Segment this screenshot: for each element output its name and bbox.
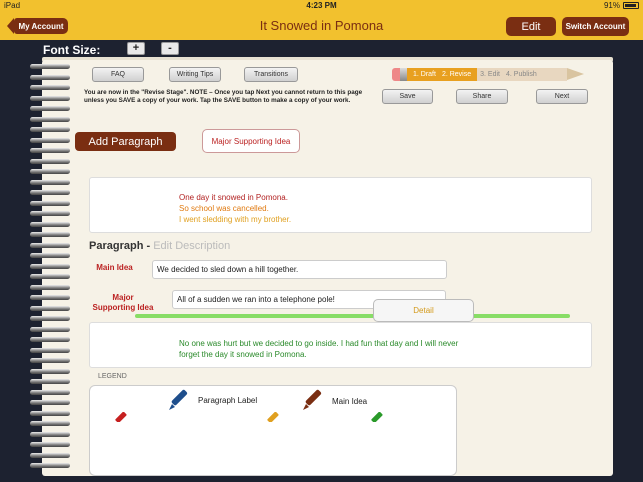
spiral-ring [30,400,70,405]
spiral-ring [30,85,70,90]
spiral-ring [30,389,70,395]
spiral-ring [30,295,70,300]
blue-marker-icon [169,389,188,410]
next-button[interactable]: Next [536,89,588,104]
switch-account-button[interactable]: Switch Account [562,17,629,36]
spiral-ring [30,253,70,258]
story-preview-card: One day it snowed in Pomona. So school w… [89,177,592,233]
font-decrease-button[interactable]: - [161,42,179,55]
paragraph-heading-text: Paragraph - [89,240,151,252]
spiral-ring [30,137,70,143]
spiral-ring [30,158,70,164]
edit-description-link[interactable]: Edit Description [153,240,230,252]
major-supporting-idea-label: Major Supporting Idea [82,293,164,313]
stage-publish: 4. Publish [506,71,537,78]
spiral-binding [30,64,72,474]
spiral-ring [30,190,70,195]
spiral-ring [30,431,70,437]
spiral-ring [30,106,70,111]
stage-completed: 1. Draft 2. Revise [407,68,478,81]
status-time: 4:23 PM [306,1,337,10]
spiral-ring [30,463,70,468]
spiral-ring [30,316,70,321]
font-increase-button[interactable]: + [127,42,145,55]
spiral-ring [30,421,70,426]
edit-button[interactable]: Edit [506,17,556,36]
spiral-ring [30,127,70,132]
stage-progress-pencil: 1. Draft 2. Revise 3. Edit 4. Publish [392,68,584,81]
stage-edit: 3. Edit [480,71,500,78]
preview-line: One day it snowed in Pomona. [179,193,288,202]
conclusion-text: No one was hurt but we decided to go ins… [179,339,459,359]
spiral-ring [30,284,70,290]
spiral-ring [30,200,70,206]
detail-progress-bar [135,314,570,318]
transitions-button[interactable]: Transitions [244,67,298,82]
spiral-ring [30,410,70,416]
spiral-ring [30,95,70,101]
spiral-ring [30,148,70,153]
major-label-line: Supporting Idea [92,303,154,312]
paragraph-heading: Paragraph - Edit Description [89,240,230,252]
major-label-line: Major [112,293,134,302]
spiral-ring [30,116,70,122]
spiral-ring [30,221,70,227]
pencil-tip [567,68,584,80]
spiral-ring [30,179,70,185]
legend-title: LEGEND [98,373,127,380]
notebook-page: FAQ Writing Tips Transitions You are now… [42,60,613,476]
legend-main-idea: Main Idea [332,397,368,406]
battery-icon [623,2,639,9]
yellow-marker-icon [267,412,279,422]
pencil-eraser [392,68,400,81]
save-button[interactable]: Save [382,89,433,104]
spiral-ring [30,452,70,458]
spiral-ring [30,211,70,216]
spiral-ring [30,242,70,248]
spiral-ring [30,379,70,384]
main-idea-label: Main Idea [96,263,133,272]
green-marker-icon [371,412,383,422]
battery-status: 91% [604,1,639,10]
spiral-ring [30,274,70,279]
battery-percent: 91% [603,1,620,10]
nav-bar: My Account It Snowed in Pomona Edit Swit… [0,12,643,40]
spiral-ring [30,326,70,332]
spiral-ring [30,169,70,174]
preview-line: So school was cancelled. [179,204,269,213]
conclusion-card: No one was hurt but we decided to go ins… [89,322,592,368]
red-marker-icon [115,412,127,422]
spiral-ring [30,305,70,311]
spiral-ring [30,347,70,353]
writing-tips-button[interactable]: Writing Tips [169,67,221,82]
main-idea-field[interactable]: We decided to sled down a hill together. [152,260,447,279]
major-supporting-idea-button[interactable]: Major Supporting Idea [202,129,300,153]
pencil-body: 1. Draft 2. Revise 3. Edit 4. Publish [407,68,567,81]
brown-marker-icon [303,389,322,410]
spiral-ring [30,337,70,342]
revise-stage-notice: You are now in the "Revise Stage". NOTE … [84,89,363,104]
spiral-ring [30,358,70,363]
stage-draft: 1. Draft [413,71,436,78]
spiral-ring [30,74,70,80]
spiral-ring [30,232,70,237]
font-size-label: Font Size: [43,43,101,57]
detail-button[interactable]: Detail [373,299,474,322]
spiral-ring [30,442,70,447]
preview-line: I went sledding with my brother. [179,215,292,224]
add-paragraph-button[interactable]: Add Paragraph [75,132,176,151]
spiral-ring [30,263,70,269]
faq-button[interactable]: FAQ [92,67,144,82]
stage-revise: 2. Revise [441,71,472,78]
spiral-ring [30,64,70,69]
share-button[interactable]: Share [456,89,508,104]
pencil-band [400,68,407,81]
status-bar: iPad 4:23 PM 91% [0,0,643,12]
legend-paragraph-label: Paragraph Label [198,396,258,405]
legend-panel: Paragraph Label Main Idea [89,385,457,476]
spiral-ring [30,368,70,374]
